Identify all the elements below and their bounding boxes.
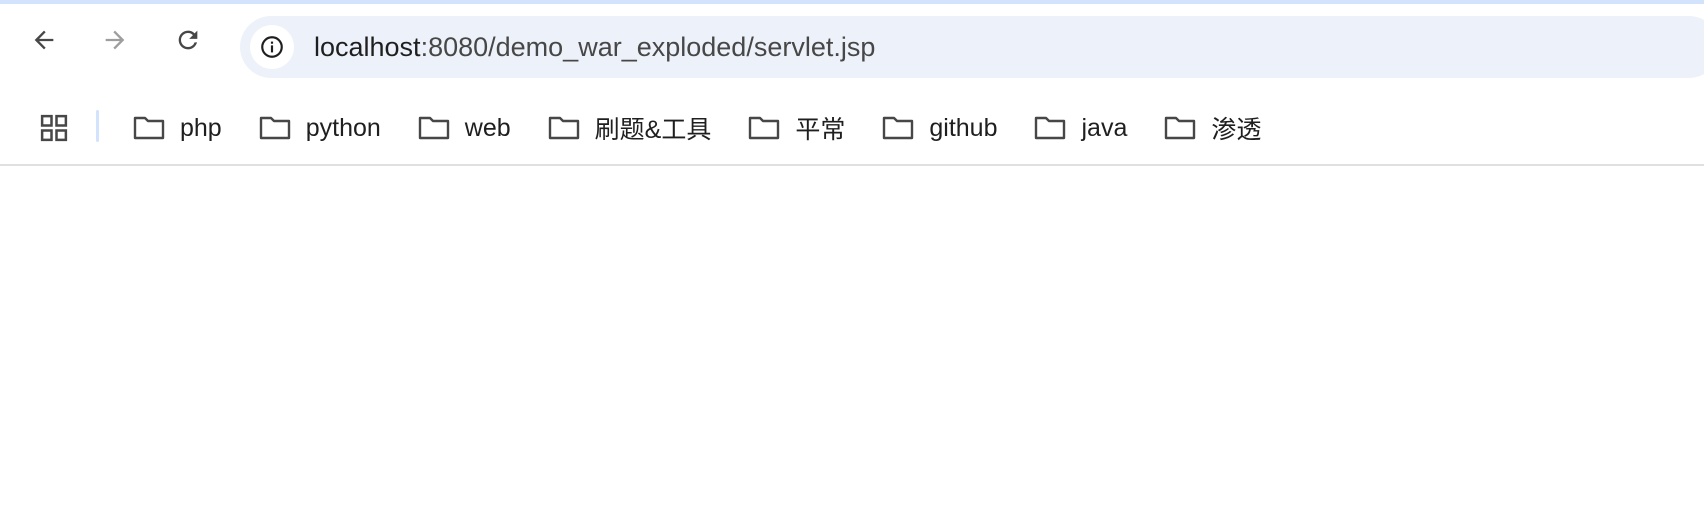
bookmark-folder-github[interactable]: github: [867, 104, 1011, 152]
folder-icon: [749, 116, 780, 140]
folder-icon: [883, 116, 914, 140]
bookmarks-separator: [96, 110, 99, 142]
folder-icon: [259, 116, 290, 140]
bookmark-folder-daily[interactable]: 平常: [733, 104, 859, 152]
folder-icon: [1035, 116, 1066, 140]
back-button[interactable]: [24, 20, 64, 60]
address-bar[interactable]: localhost:8080/demo_war_exploded/servlet…: [240, 16, 1704, 78]
url-text[interactable]: localhost:8080/demo_war_exploded/servlet…: [314, 16, 875, 78]
folder-icon: [548, 116, 579, 140]
bookmark-folder-pentest[interactable]: 渗透: [1149, 104, 1275, 152]
bookmark-label: php: [180, 113, 222, 142]
info-icon: [261, 36, 283, 58]
url-path: :8080/demo_war_exploded/servlet.jsp: [420, 32, 876, 62]
bookmark-folder-java[interactable]: java: [1019, 104, 1141, 152]
url-host: localhost: [314, 32, 421, 62]
reload-icon: [178, 30, 198, 50]
site-info-button[interactable]: [250, 25, 294, 69]
folder-icon: [418, 116, 449, 140]
apps-grid-icon: [40, 114, 68, 142]
bookmark-folder-python[interactable]: python: [244, 104, 395, 152]
bookmark-label: 平常: [795, 116, 846, 144]
bookmark-label: 渗透: [1211, 116, 1262, 144]
browser-toolbar: localhost:8080/demo_war_exploded/servlet…: [0, 4, 1704, 92]
bookmark-label: java: [1081, 113, 1128, 142]
arrow-right-icon: [105, 30, 125, 50]
bookmark-label: github: [929, 113, 998, 142]
bookmark-label: 刷题&工具: [594, 116, 712, 144]
bookmark-folder-web[interactable]: web: [403, 104, 525, 152]
forward-button[interactable]: [95, 20, 135, 60]
arrow-left-icon: [34, 30, 54, 50]
folder-icon: [1165, 116, 1196, 140]
bookmark-folder-php[interactable]: php: [118, 104, 236, 152]
browser-window: localhost:8080/demo_war_exploded/servlet…: [0, 0, 1704, 530]
reload-button[interactable]: [168, 20, 208, 60]
apps-button[interactable]: [34, 108, 74, 148]
bookmark-folder-tools[interactable]: 刷题&工具: [533, 104, 726, 152]
bookmarks-bar: php python web 刷题&工具 平常 github java 渗透: [0, 92, 1704, 164]
bookmark-folder-list: php python web 刷题&工具 平常 github java 渗透: [118, 102, 1283, 154]
folder-icon: [133, 116, 165, 140]
bookmark-label: web: [464, 113, 511, 142]
bookmark-label: python: [305, 113, 381, 142]
page-content: [0, 166, 1704, 530]
